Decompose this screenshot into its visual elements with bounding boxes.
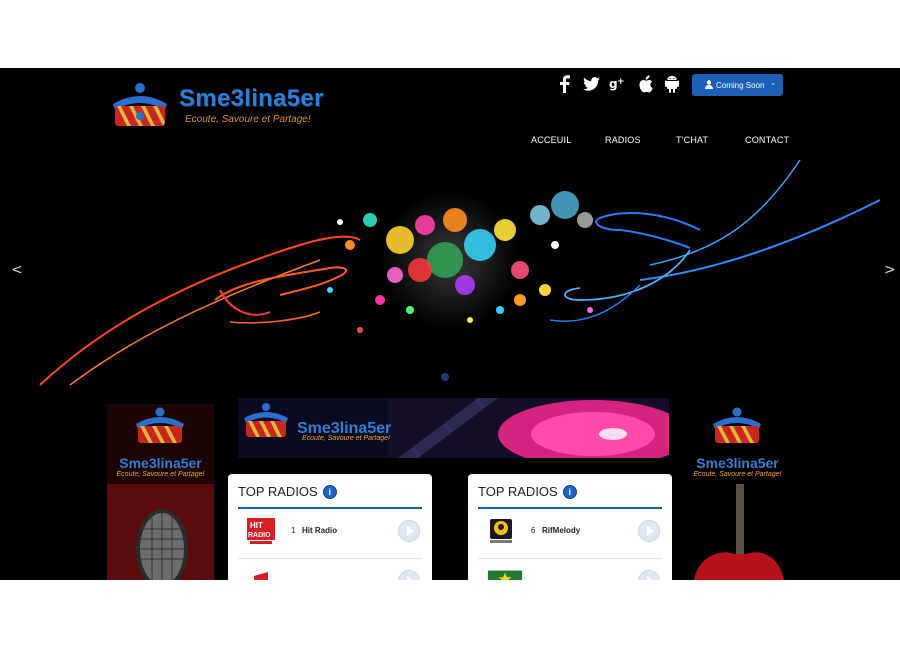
android-icon[interactable] xyxy=(663,75,681,93)
play-icon[interactable] xyxy=(638,570,660,580)
radio-name[interactable]: RifMelody xyxy=(542,526,580,535)
play-icon[interactable] xyxy=(398,570,420,580)
left-banner-title: Sme3lina5er xyxy=(119,455,202,471)
radio-name[interactable]: Hit Radio xyxy=(302,526,337,535)
radio-row[interactable] xyxy=(238,560,422,580)
radio-rank: 1 xyxy=(291,526,296,535)
slider-prev-button[interactable]: < xyxy=(11,262,23,278)
hero-image xyxy=(0,150,900,390)
top-radios-panel-2: TOP RADIOS i 6 RifMelody xyxy=(468,474,672,580)
social-links: g + xyxy=(555,75,681,93)
logo-emblem xyxy=(113,83,167,126)
logo-tagline: Ecoute, Savoure et Partage! xyxy=(185,114,311,125)
top-radios-heading: TOP RADIOS i xyxy=(478,484,577,499)
banner-tagline: Ecoute, Savoure et Partage! xyxy=(302,435,390,442)
play-icon[interactable] xyxy=(638,520,660,542)
nav-item-acceuil[interactable]: ACCEUIL xyxy=(531,135,571,145)
svg-text:HIT: HIT xyxy=(250,521,263,530)
nav-item-radios[interactable]: RADIOS xyxy=(605,135,641,145)
svg-text:RADIO: RADIO xyxy=(248,532,271,539)
center-banner[interactable]: Sme3lina5er Ecoute, Savoure et Partage! xyxy=(238,398,669,458)
radio-row[interactable] xyxy=(478,560,662,580)
radio-row[interactable]: HIT RADIO 1 Hit Radio xyxy=(238,510,422,559)
nav-item-contact[interactable]: CONTACT xyxy=(745,135,789,145)
top-radios-panel-1: TOP RADIOS i HIT RADIO 1 Hit Radio xyxy=(228,474,432,580)
slider-next-button[interactable]: > xyxy=(884,262,896,278)
user-icon xyxy=(705,80,713,89)
radio-row[interactable]: 6 RifMelody xyxy=(478,510,662,559)
radio-rank: 6 xyxy=(531,526,536,535)
apple-icon[interactable] xyxy=(636,75,654,93)
twitter-icon[interactable] xyxy=(582,75,600,93)
left-side-banner[interactable]: Sme3lina5er Ecoute, Savoure et Partage! xyxy=(107,404,214,580)
hit-radio-logo: HIT RADIO xyxy=(246,516,276,546)
google-plus-icon[interactable]: g + xyxy=(609,75,627,93)
top-radios-title: TOP RADIOS xyxy=(478,484,558,499)
radio-logo xyxy=(246,566,276,580)
coming-soon-button[interactable]: Coming Soon ⌄ xyxy=(692,74,783,96)
rifmelody-logo xyxy=(486,516,516,546)
logo-title: Sme3lina5er xyxy=(179,85,324,112)
site-frame: Sme3lina5er Ecoute, Savoure et Partage! … xyxy=(0,68,900,580)
top-radios-heading: TOP RADIOS i xyxy=(238,484,337,499)
coming-soon-label: Coming Soon xyxy=(716,80,765,90)
right-banner-art xyxy=(684,404,791,580)
facebook-icon[interactable] xyxy=(555,75,573,93)
hero-slider: < > xyxy=(0,150,900,390)
info-icon[interactable]: i xyxy=(322,485,337,499)
top-radios-title: TOP RADIOS xyxy=(238,484,318,499)
slider-dot[interactable] xyxy=(441,373,449,381)
right-banner-title: Sme3lina5er xyxy=(696,455,779,471)
play-icon[interactable] xyxy=(398,520,420,542)
nav-item-tchat[interactable]: T'CHAT xyxy=(676,135,708,145)
left-banner-art xyxy=(107,404,214,580)
info-icon[interactable]: i xyxy=(562,485,577,499)
right-side-banner[interactable]: Sme3lina5er Ecoute, Savoure et Partage! xyxy=(684,404,791,580)
svg-text:+: + xyxy=(617,77,625,87)
left-banner-tagline: Ecoute, Savoure et Partage! xyxy=(116,471,205,478)
radio-logo xyxy=(486,566,524,580)
panel-divider xyxy=(238,507,422,509)
site-logo[interactable]: Sme3lina5er Ecoute, Savoure et Partage! xyxy=(107,82,324,132)
right-banner-tagline: Ecoute, Savoure et Partage! xyxy=(693,471,782,478)
panel-divider xyxy=(478,507,662,509)
chevron-down-icon: ⌄ xyxy=(770,80,776,87)
